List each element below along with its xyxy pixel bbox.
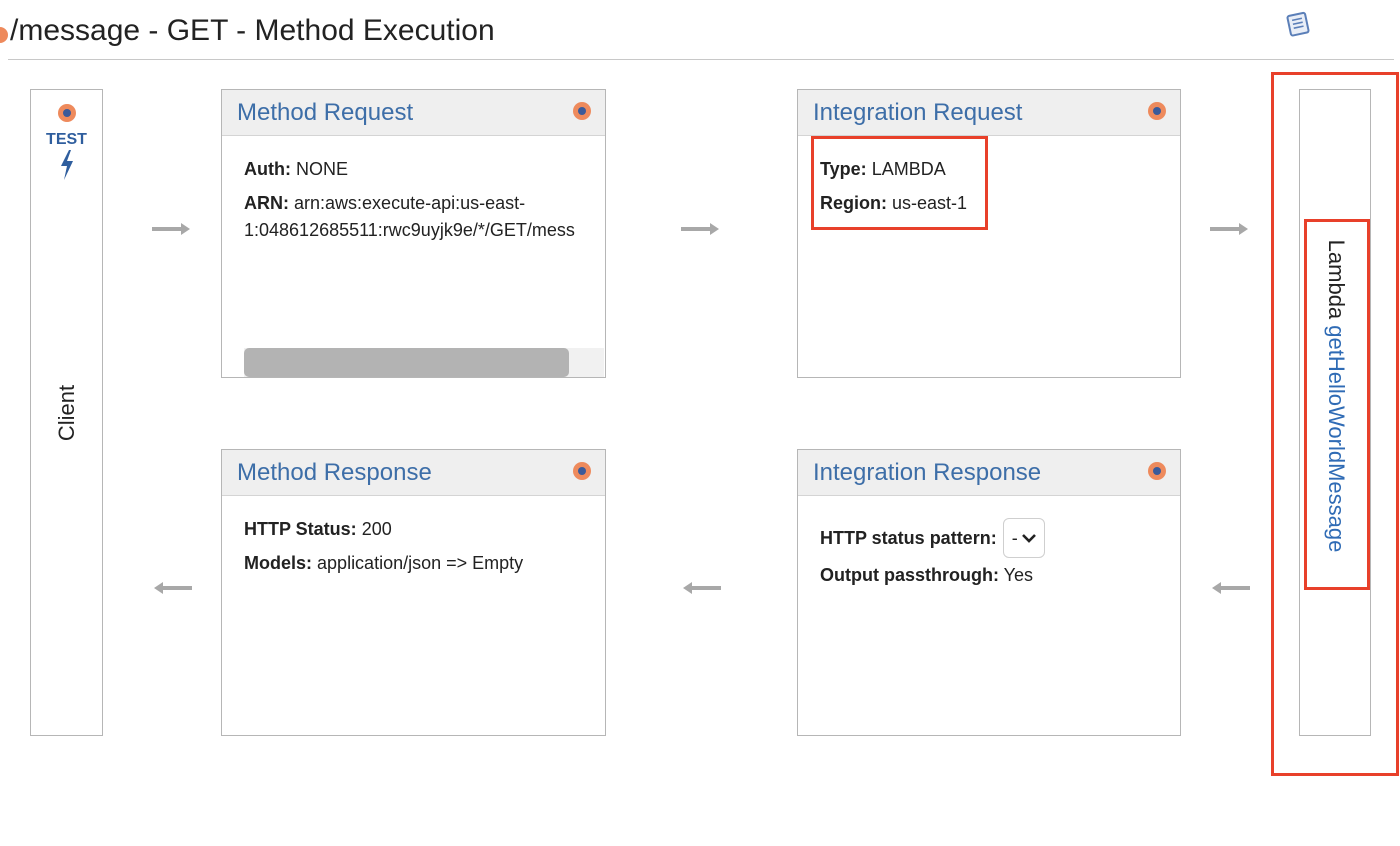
status-pattern-select[interactable]: -: [1002, 518, 1045, 558]
method-response-box: Method Response HTTP Status: 200 Models:…: [221, 449, 606, 736]
arn-value: arn:aws:execute-api:us-east- 1:0486126855…: [244, 193, 575, 240]
title-divider: [8, 59, 1394, 60]
lambda-label: Lambda getHelloWorldMessage: [1323, 240, 1349, 553]
method-response-status-dot[interactable]: [573, 462, 591, 480]
test-status-dot: [57, 104, 76, 122]
models-value: application/json => Empty: [317, 553, 524, 573]
client-label: Client: [54, 384, 79, 442]
arrow-right-icon: [152, 223, 190, 235]
integration-response-link[interactable]: Integration Response: [813, 459, 1041, 487]
type-key: Type:: [820, 159, 867, 179]
arn-key: ARN:: [244, 193, 289, 213]
scrollbar-thumb[interactable]: [244, 348, 569, 377]
horizontal-scrollbar[interactable]: [244, 348, 604, 377]
lambda-function-link[interactable]: getHelloWorldMessage: [1324, 325, 1349, 552]
arrow-right-icon: [1210, 223, 1248, 235]
page-title: /message - GET - Method Execution: [10, 14, 495, 47]
arn-value-line-1: arn:aws:execute-api:us-east-: [294, 193, 526, 213]
method-request-box: Method Request Auth: NONE ARN: arn:aws:e…: [221, 89, 606, 378]
auth-value: NONE: [296, 159, 349, 179]
arrow-left-icon: [683, 582, 721, 594]
integration-response-box: Integration Response HTTP status pattern…: [797, 449, 1181, 736]
documentation-icon[interactable]: [1282, 9, 1316, 39]
auth-key: Auth:: [244, 159, 291, 179]
method-request-status-dot[interactable]: [573, 102, 591, 120]
integration-response-header: Integration Response: [798, 450, 1180, 496]
method-request-link[interactable]: Method Request: [237, 99, 413, 127]
test-label: TEST: [46, 131, 87, 148]
integration-response-status-dot[interactable]: [1148, 462, 1166, 480]
arn-value-line-2: 1:048612685511:rwc9uyjk9e/*/GET/mess: [244, 220, 575, 240]
lambda-panel: Lambda getHelloWorldMessage: [1299, 89, 1371, 736]
passthrough-value: Yes: [1003, 565, 1034, 585]
passthrough-key: Output passthrough:: [820, 565, 999, 585]
integration-request-link[interactable]: Integration Request: [813, 99, 1022, 127]
type-value: LAMBDA: [871, 159, 946, 179]
integration-request-status-dot[interactable]: [1148, 102, 1166, 120]
arrow-left-icon: [154, 582, 192, 594]
arrow-right-icon: [681, 223, 719, 235]
lightning-bolt-icon: [60, 150, 73, 180]
http-status-key: HTTP Status:: [244, 519, 357, 539]
lambda-prefix: Lambda: [1324, 239, 1349, 320]
title-status-dot: [0, 27, 8, 43]
integration-request-box: Integration Request Type: LAMBDA Region:…: [797, 89, 1181, 378]
test-button[interactable]: TEST: [31, 104, 102, 181]
method-response-link[interactable]: Method Response: [237, 459, 432, 487]
integration-request-header: Integration Request: [798, 90, 1180, 136]
client-panel: TEST Client: [30, 89, 103, 736]
region-value: us-east-1: [892, 193, 968, 213]
models-key: Models:: [244, 553, 313, 573]
chevron-down-icon: [1021, 534, 1036, 543]
arrow-left-icon: [1212, 582, 1250, 594]
http-status-value: 200: [361, 519, 392, 539]
status-pattern-key: HTTP status pattern:: [820, 528, 997, 548]
method-response-header: Method Response: [222, 450, 605, 496]
method-request-header: Method Request: [222, 90, 605, 136]
region-key: Region:: [820, 193, 887, 213]
status-pattern-value: -: [1011, 528, 1018, 548]
